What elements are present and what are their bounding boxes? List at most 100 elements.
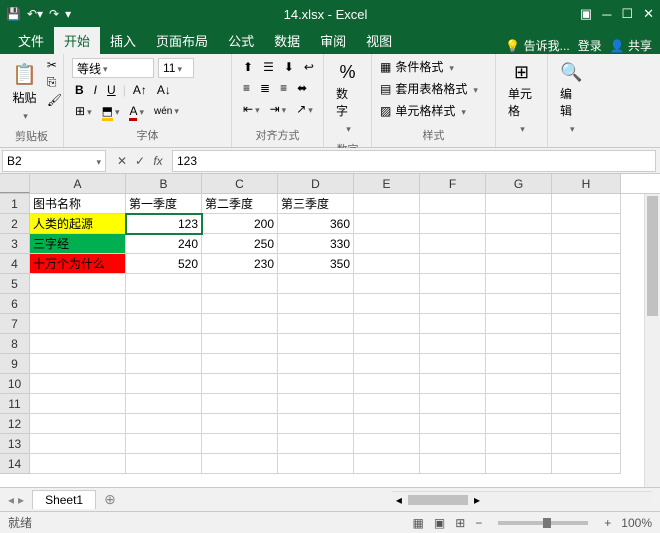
cell[interactable] (486, 334, 552, 354)
cell[interactable] (486, 194, 552, 214)
cell[interactable]: 200 (202, 214, 278, 234)
cell[interactable] (486, 234, 552, 254)
cell[interactable] (486, 274, 552, 294)
cell[interactable] (486, 314, 552, 334)
cell[interactable] (420, 334, 486, 354)
cut-icon[interactable]: ✂ (47, 58, 62, 72)
align-left-icon[interactable]: ≡ (240, 79, 253, 97)
column-header[interactable]: C (202, 174, 278, 193)
cell[interactable] (278, 454, 354, 474)
minimize-icon[interactable]: ─ (602, 7, 611, 22)
cell[interactable] (30, 314, 126, 334)
cancel-formula-icon[interactable]: ✕ (114, 154, 130, 168)
row-header[interactable]: 8 (0, 334, 30, 354)
tab-formula[interactable]: 公式 (218, 27, 264, 54)
cell[interactable] (420, 454, 486, 474)
cell[interactable] (420, 414, 486, 434)
cell[interactable] (486, 254, 552, 274)
editing-button[interactable]: 🔍 编辑 (556, 58, 586, 139)
cell[interactable] (552, 314, 621, 334)
cell[interactable] (354, 434, 420, 454)
cell[interactable] (552, 434, 621, 454)
cell[interactable] (202, 454, 278, 474)
cell[interactable]: 十万个为什么 (30, 254, 126, 274)
cell[interactable]: 230 (202, 254, 278, 274)
cell[interactable] (486, 434, 552, 454)
fx-icon[interactable]: fx (150, 154, 166, 168)
row-header[interactable]: 12 (0, 414, 30, 434)
cell[interactable] (552, 294, 621, 314)
cell[interactable] (126, 354, 202, 374)
undo-icon[interactable]: ↶▾ (27, 7, 43, 21)
cells-button[interactable]: ⊞ 单元格 (504, 58, 539, 139)
cell[interactable] (202, 354, 278, 374)
row-header[interactable]: 13 (0, 434, 30, 454)
cell[interactable] (126, 294, 202, 314)
cell[interactable] (278, 354, 354, 374)
normal-view-icon[interactable]: ▦ (413, 516, 424, 530)
font-name-dropdown[interactable]: 等线 (72, 58, 154, 78)
cell[interactable] (552, 194, 621, 214)
cell[interactable] (354, 454, 420, 474)
cell[interactable] (278, 294, 354, 314)
fill-color-button[interactable]: ⬒ (99, 102, 123, 120)
cell[interactable] (278, 274, 354, 294)
font-color-button[interactable]: A (126, 102, 147, 120)
cell[interactable] (202, 434, 278, 454)
indent-decrease-icon[interactable]: ⇤ (240, 100, 263, 118)
row-header[interactable]: 7 (0, 314, 30, 334)
cell[interactable] (486, 454, 552, 474)
signin[interactable]: 登录 (578, 37, 602, 54)
select-all-corner[interactable] (0, 174, 30, 193)
page-layout-view-icon[interactable]: ▣ (434, 516, 445, 530)
row-header[interactable]: 2 (0, 214, 30, 234)
cell[interactable] (202, 294, 278, 314)
cell[interactable] (202, 414, 278, 434)
cell[interactable] (202, 334, 278, 354)
cell[interactable]: 人类的起源 (30, 214, 126, 234)
cell[interactable] (354, 254, 420, 274)
cell[interactable] (126, 394, 202, 414)
cell[interactable] (486, 374, 552, 394)
border-button[interactable]: ⊞ (72, 102, 95, 120)
cell[interactable] (278, 334, 354, 354)
underline-button[interactable]: U (104, 81, 119, 99)
cell[interactable]: 350 (278, 254, 354, 274)
tab-insert[interactable]: 插入 (100, 27, 146, 54)
cell[interactable] (278, 394, 354, 414)
cell[interactable]: 123 (126, 214, 202, 234)
close-icon[interactable]: ✕ (643, 6, 654, 22)
italic-button[interactable]: I (91, 81, 100, 99)
name-box[interactable]: B2 (2, 150, 106, 172)
zoom-level[interactable]: 100% (621, 516, 652, 530)
cell[interactable]: 330 (278, 234, 354, 254)
cell[interactable] (420, 274, 486, 294)
formula-bar[interactable]: 123 (172, 150, 656, 172)
cell[interactable] (552, 354, 621, 374)
shrink-font-icon[interactable]: A↓ (154, 81, 174, 99)
cell[interactable]: 520 (126, 254, 202, 274)
cell[interactable] (420, 354, 486, 374)
tab-data[interactable]: 数据 (264, 27, 310, 54)
column-header[interactable]: F (420, 174, 486, 193)
orientation-icon[interactable]: ↗ (293, 100, 316, 118)
align-center-icon[interactable]: ≣ (257, 79, 273, 97)
cell[interactable] (30, 454, 126, 474)
cell[interactable]: 三字经 (30, 234, 126, 254)
cell[interactable] (552, 414, 621, 434)
cell[interactable]: 第一季度 (126, 194, 202, 214)
phonetic-button[interactable]: wén (151, 104, 182, 119)
cell[interactable] (486, 294, 552, 314)
row-header[interactable]: 3 (0, 234, 30, 254)
vertical-scrollbar[interactable] (644, 194, 660, 487)
column-header[interactable]: H (552, 174, 621, 193)
sheet-next-icon[interactable]: ▸ (18, 493, 24, 507)
cell-styles-button[interactable]: ▨ 单元格样式 (380, 102, 466, 119)
cell[interactable] (126, 374, 202, 394)
ribbon-options-icon[interactable]: ▣ (580, 6, 592, 22)
row-header[interactable]: 1 (0, 194, 30, 214)
cell[interactable] (30, 334, 126, 354)
cell[interactable] (30, 354, 126, 374)
cell[interactable] (486, 214, 552, 234)
cell[interactable] (202, 314, 278, 334)
